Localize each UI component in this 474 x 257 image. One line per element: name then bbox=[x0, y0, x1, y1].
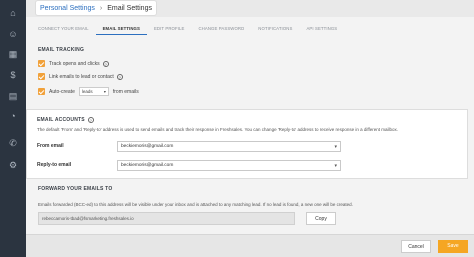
tab-connect-email[interactable]: CONNECT YOUR EMAIL bbox=[26, 22, 96, 35]
forward-description: Emails forwarded (BCC-ed) to this addres… bbox=[38, 202, 353, 207]
help-icon[interactable]: ? bbox=[116, 73, 123, 80]
email-accounts-title-row: EMAIL ACCOUNTS ? bbox=[37, 117, 94, 123]
track-opens-row: Track opens and clicks ? bbox=[38, 60, 109, 67]
breadcrumb-parent[interactable]: Personal Settings bbox=[40, 5, 95, 12]
reply-to-email-label: Reply-to email bbox=[37, 162, 72, 168]
track-opens-label: Track opens and clicks bbox=[49, 60, 100, 67]
reply-to-email-select[interactable]: beckiemoris@gmail.com ▾ bbox=[117, 160, 341, 171]
auto-create-label: Auto-create bbox=[49, 88, 75, 95]
email-accounts-card: EMAIL ACCOUNTS ? The default 'From' and … bbox=[27, 110, 467, 178]
settings-icon[interactable]: ⚙ bbox=[7, 159, 19, 171]
auto-create-value: leads bbox=[81, 89, 93, 94]
contacts-icon[interactable]: ☺ bbox=[7, 28, 19, 40]
tab-email-settings[interactable]: EMAIL SETTINGS bbox=[95, 22, 147, 35]
help-icon[interactable]: ? bbox=[87, 117, 94, 123]
reply-to-email-value: beckiemoris@gmail.com bbox=[121, 163, 174, 168]
sidebar: ⌂ ☺ ▦ $ ▤ ◔ ✆ ⚙ bbox=[0, 0, 26, 257]
forward-address-field[interactable]: rebeccamoris-tbad@fsmarketing.freshsales… bbox=[38, 212, 295, 225]
breadcrumb: Personal Settings › Email Settings bbox=[36, 1, 156, 15]
email-accounts-title: EMAIL ACCOUNTS bbox=[37, 117, 85, 123]
from-email-value: beckiemoris@gmail.com bbox=[121, 144, 174, 149]
forward-title: FORWARD YOUR EMAILS TO bbox=[38, 186, 113, 192]
help-icon[interactable]: ? bbox=[102, 60, 109, 67]
email-tracking-title: EMAIL TRACKING bbox=[38, 47, 85, 53]
auto-create-checkbox[interactable] bbox=[38, 88, 45, 95]
deals-icon[interactable]: $ bbox=[7, 69, 19, 81]
link-emails-row: Link emails to lead or contact ? bbox=[38, 73, 123, 80]
tab-notifications[interactable]: NOTIFICATIONS bbox=[251, 22, 299, 35]
link-emails-label: Link emails to lead or contact bbox=[49, 73, 114, 80]
from-email-select[interactable]: beckiemoris@gmail.com ▾ bbox=[117, 141, 341, 152]
accounts-icon[interactable]: ▦ bbox=[7, 48, 19, 60]
auto-create-select[interactable]: leads ▾ bbox=[78, 87, 109, 96]
copy-button[interactable]: Copy bbox=[306, 212, 336, 225]
calendar-icon[interactable]: ▤ bbox=[7, 90, 19, 102]
header: Personal Settings › Email Settings bbox=[26, 0, 474, 17]
phone-icon[interactable]: ✆ bbox=[7, 137, 19, 149]
tab-edit-profile[interactable]: EDIT PROFILE bbox=[147, 22, 192, 35]
chevron-down-icon: ▾ bbox=[334, 163, 337, 169]
link-emails-checkbox[interactable] bbox=[38, 73, 45, 80]
tab-change-password[interactable]: CHANGE PASSWORD bbox=[191, 22, 251, 35]
settings-tabs: CONNECT YOUR EMAIL EMAIL SETTINGS EDIT P… bbox=[26, 22, 474, 35]
breadcrumb-current: Email Settings bbox=[107, 4, 152, 12]
reports-icon[interactable]: ◔ bbox=[7, 110, 19, 122]
track-opens-checkbox[interactable] bbox=[38, 60, 45, 67]
from-email-label: From email bbox=[37, 143, 64, 149]
auto-create-row: Auto-create leads ▾ from emails bbox=[38, 87, 139, 96]
cancel-button[interactable]: Cancel bbox=[401, 240, 431, 253]
footer: Cancel Save bbox=[26, 234, 474, 257]
email-accounts-description: The default 'From' and 'Reply-to' addres… bbox=[37, 127, 399, 132]
save-button[interactable]: Save bbox=[438, 240, 468, 253]
home-icon[interactable]: ⌂ bbox=[7, 7, 19, 19]
chevron-down-icon: ▾ bbox=[334, 144, 337, 150]
chevron-down-icon: ▾ bbox=[103, 89, 106, 94]
from-emails-label: from emails bbox=[112, 88, 139, 95]
tab-api-settings[interactable]: API SETTINGS bbox=[299, 22, 344, 35]
breadcrumb-separator: › bbox=[99, 4, 103, 12]
